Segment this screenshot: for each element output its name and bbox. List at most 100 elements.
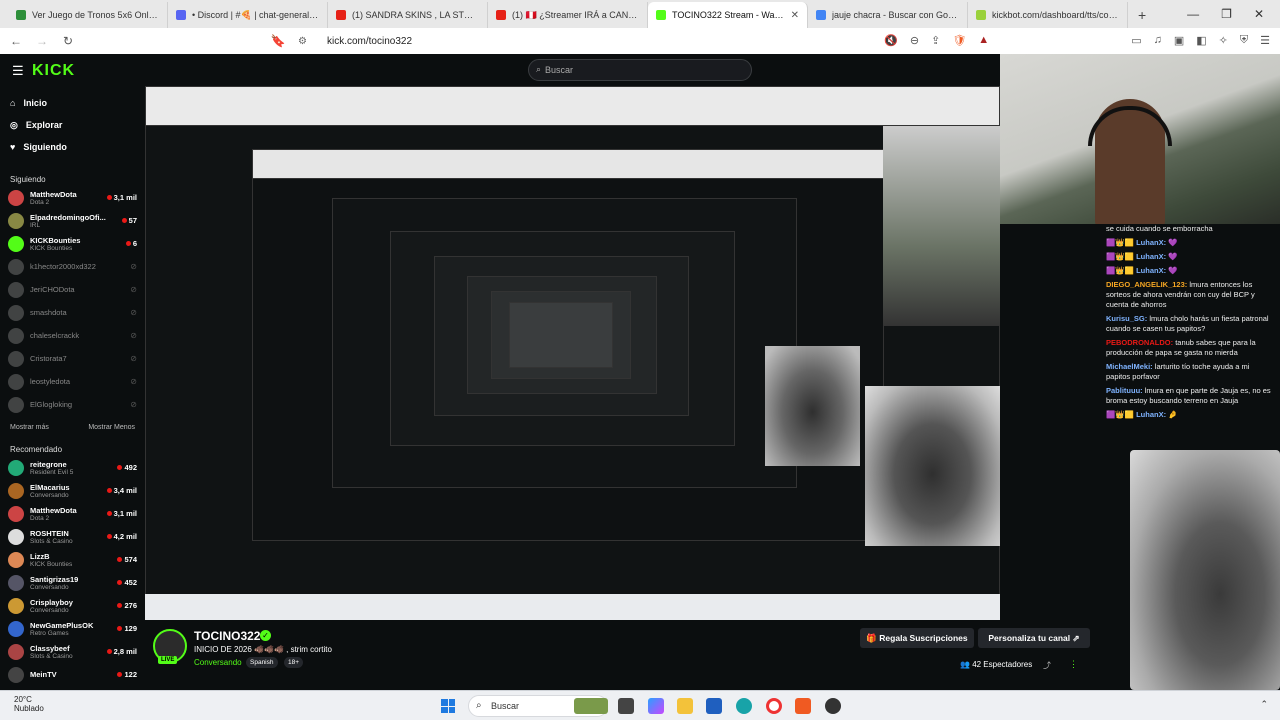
chat-username[interactable]: 🟪👑🟨 LuhanX: [1106,410,1166,419]
channel-avatar [8,373,24,390]
tab-close-icon[interactable]: ✕ [791,10,799,21]
browser-tab[interactable]: (1) 🇵🇪 ¿Streamer IRÁ a CANADÁ? [488,2,648,28]
sidebar-nav-inicio[interactable]: ⌂ Inicio [0,92,145,114]
browser-tab[interactable]: TOCINO322 Stream - Watch Live ✕ [648,2,808,28]
recommended-channel[interactable]: MatthewDota Dota 2 3,1 mil [0,502,145,525]
sidebar-nav-siguiendo[interactable]: ♥ Siguiendo [0,136,145,158]
menu-icon[interactable]: ☰ [1260,34,1270,47]
obs-icon[interactable] [825,698,841,714]
bookmark-icon[interactable]: 🔖 [268,34,288,48]
following-channel[interactable]: chaleselcrackk ⊘ [0,324,145,347]
widgets-icon[interactable] [574,698,608,714]
recommended-channel[interactable]: reitegrone Resident Evil 5 492 [0,456,145,479]
recommended-channel[interactable]: ElMacarius Conversando 3,4 mil [0,479,145,502]
chat-username[interactable]: MichaelMeki: [1106,362,1153,371]
copilot-icon[interactable] [648,698,664,714]
following-channel[interactable]: smashdota ⊘ [0,301,145,324]
channel-name: MeinTV [30,670,57,679]
following-channel[interactable]: leostyledota ⊘ [0,370,145,393]
recommended-channel[interactable]: NewGamePlusOK Retro Games 129 [0,617,145,640]
chat-username[interactable]: 🟪👑🟨 LuhanX: [1106,238,1166,247]
task-view-icon[interactable] [618,698,634,714]
hamburger-menu-icon[interactable]: ☰ [12,63,24,79]
windows-taskbar: 20°C Nublado ⌕ Buscar ⌃ [0,690,1280,720]
recommended-channel[interactable]: ROSHTEIN Slots & Casino 4,2 mil [0,525,145,548]
browser-tab[interactable]: • Discord | #🍕 | chat-general | TO [168,2,328,28]
chat-username[interactable]: 🟪👑🟨 LuhanX: [1106,252,1166,261]
chat-username[interactable]: PEBODRONALDO: [1106,338,1173,347]
forward-icon[interactable]: → [32,34,52,48]
maximize-icon[interactable]: ❐ [1221,7,1232,21]
chat-text: 💜 [1168,238,1178,247]
site-info-icon[interactable]: ⚙ [298,36,307,47]
system-tray-icon[interactable]: ⌃ [1260,699,1268,710]
weather-widget[interactable]: 20°C Nublado [14,695,44,713]
chat-username[interactable]: Kurisu_SG: [1106,314,1147,323]
opera-icon[interactable] [766,698,782,714]
brave-icon[interactable] [795,698,811,714]
brave-shield-icon[interactable]: 🛡 [952,34,966,47]
close-window-icon[interactable]: ✕ [1254,7,1264,21]
customize-channel-button[interactable]: Personaliza tu canal ⇗ [978,628,1090,648]
brave-rewards-icon[interactable]: ▲ [978,34,989,47]
channel-name[interactable]: TOCINO322 [194,629,260,643]
following-channel[interactable]: ElpadredomingoOfi... IRL 57 [0,209,145,232]
new-tab-button[interactable]: + [1128,7,1156,28]
following-channel[interactable]: ElGlogloking ⊘ [0,393,145,416]
recommended-channel[interactable]: Classybeef Slots & Casino 2,8 mil [0,640,145,663]
recommended-channel[interactable]: Santigrizas19 Conversando 452 [0,571,145,594]
tag-language[interactable]: Spanish [246,657,278,668]
channel-name: Santigrizas19 [30,574,79,584]
media-icon[interactable]: ♫ [1154,34,1162,47]
chat-message: PEBODRONALDO: tanub sabes que para la pr… [1106,338,1274,358]
following-channel[interactable]: Cristorata7 ⊘ [0,347,145,370]
store-icon[interactable] [706,698,722,714]
show-less-button[interactable]: Mostrar Menos [88,424,135,431]
following-channel[interactable]: JeriCHODota ⊘ [0,278,145,301]
sidebar-nav-explorar[interactable]: ◎ Explorar [0,114,145,136]
wallet-icon[interactable]: ◧ [1196,34,1206,47]
stream-title: INICIO DE 2026 🐗🐗🐗 , strim cortito [194,645,332,654]
following-channel[interactable]: KICKBounties KICK Bounties 6 [0,232,145,255]
edge-icon[interactable] [736,698,752,714]
channel-name: ElMacarius [30,482,70,492]
verified-icon: ✓ [260,630,271,641]
url-field[interactable]: kick.com/tocino322 [327,36,412,47]
vpn-icon[interactable]: ⛨ [1240,34,1248,47]
gift-subscriptions-button[interactable]: 🎁 Regala Suscripciones [860,628,974,648]
reload-icon[interactable]: ↻ [58,34,78,48]
search-input[interactable]: ⌕ Buscar [528,59,752,81]
zoom-icon[interactable]: ⊖ [910,34,919,47]
minimize-icon[interactable]: — [1187,7,1199,21]
browser-tab[interactable]: (1) SANDRA SKINS , LA STREAMER M [328,2,488,28]
back-icon[interactable]: ← [6,34,26,48]
share-icon[interactable]: ⤴ [1043,660,1051,671]
tag-age[interactable]: 18+ [284,657,304,668]
chat-username[interactable]: Pablituuu: [1106,386,1143,395]
mute-icon[interactable]: 🔇 [884,34,898,47]
live-dot-icon [106,534,112,539]
panel-icon[interactable]: ▣ [1174,34,1184,47]
kick-logo[interactable]: KICK [32,62,75,80]
recommended-channel[interactable]: MeinTV 122 [0,663,145,686]
sidebar-toggle-icon[interactable]: ▭ [1131,34,1141,47]
following-header: Siguiendo [0,172,145,186]
recommended-channel[interactable]: Crisplayboy Conversando 276 [0,594,145,617]
share-icon[interactable]: ⇪ [931,34,940,47]
file-explorer-icon[interactable] [677,698,693,714]
chat-username[interactable]: 🟪👑🟨 LuhanX: [1106,266,1166,275]
recommended-channel[interactable]: LizzB KICK Bounties 574 [0,548,145,571]
show-more-button[interactable]: Mostrar más [10,424,49,431]
chat-username[interactable]: DIEGO_ANGELIK_123: [1106,280,1187,289]
following-channel[interactable]: k1hector2000xd322 ⊘ [0,255,145,278]
stream-category[interactable]: Conversando [194,658,242,667]
more-options-icon[interactable]: ⋮ [1069,659,1078,670]
browser-tab[interactable]: kickbot.com/dashboard/tts/comma [968,2,1128,28]
browser-tab[interactable]: jauje chacra - Buscar con Google [808,2,968,28]
stream-video-player[interactable] [145,86,1000,620]
windows-start-icon[interactable] [441,699,455,713]
channel-info: ElGlogloking [30,400,124,409]
following-channel[interactable]: MatthewDota Dota 2 3,1 mil [0,186,145,209]
extensions-icon[interactable]: ✧ [1219,34,1228,47]
browser-tab[interactable]: Ver Juego de Tronos 5x6 Online Gra [8,2,168,28]
